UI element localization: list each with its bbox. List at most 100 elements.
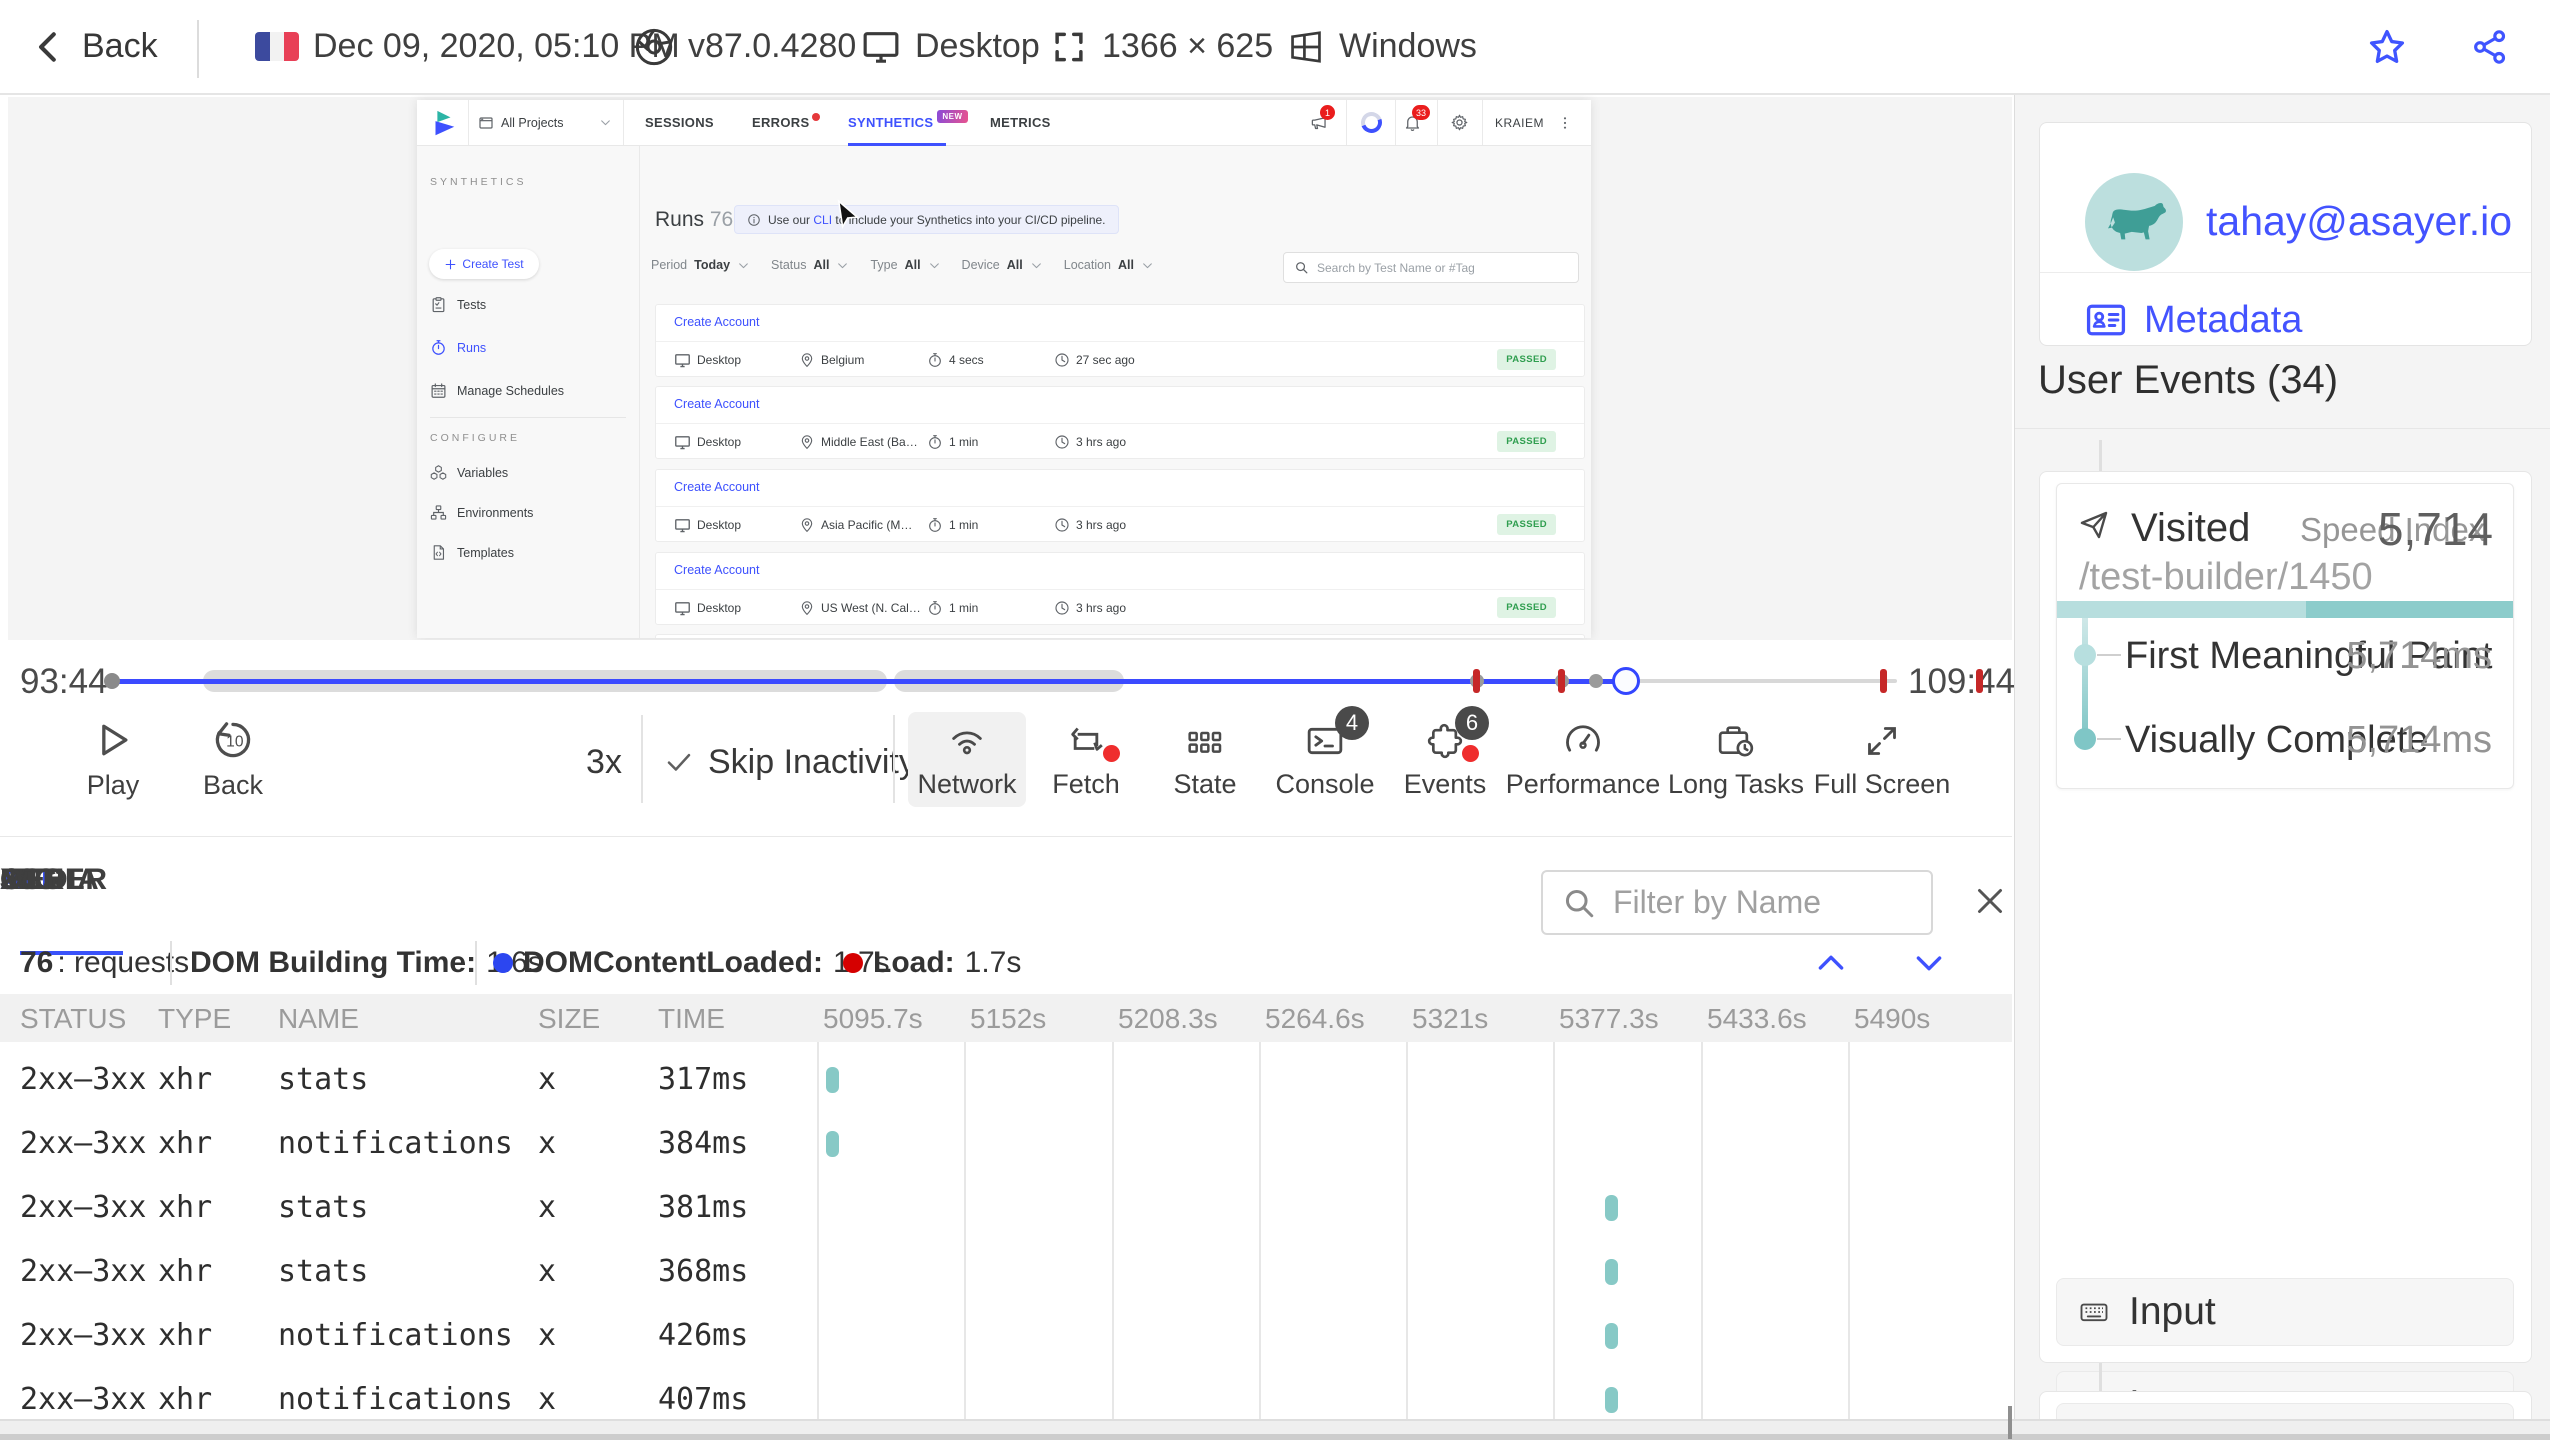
- table-row[interactable]: 2xx–3xx xhr notifications x 384ms: [0, 1112, 2012, 1176]
- run-test-name-link[interactable]: Create Account: [674, 397, 759, 411]
- issue-marker: [1473, 669, 1481, 693]
- close-panel-button[interactable]: [1972, 883, 2008, 919]
- tab-other[interactable]: OTHER: [0, 863, 108, 897]
- run-test-name-link[interactable]: Create Account: [674, 480, 759, 494]
- issue-marker: [1880, 669, 1888, 693]
- visited-event-card[interactable]: Visited Speed Index 5,714 /test-builder/…: [2056, 483, 2514, 789]
- plus-icon: [446, 259, 456, 269]
- favorite-button[interactable]: [2366, 26, 2408, 68]
- vertical-scrollbar-thumb[interactable]: [2008, 1406, 2012, 1439]
- filter-input[interactable]: Filter by Name: [1541, 870, 1933, 935]
- timeline-track[interactable]: [104, 640, 1897, 710]
- announcements-button[interactable]: 1: [1310, 100, 1335, 145]
- filter-type[interactable]: Type All: [870, 258, 940, 272]
- filter-period[interactable]: Period Today: [651, 258, 750, 272]
- run-test-name-link[interactable]: Create Account: [674, 563, 759, 577]
- replay-search-input[interactable]: Search by Test Name or #Tag: [1283, 252, 1579, 283]
- status-badge: PASSED: [1497, 349, 1556, 370]
- os-info: Windows: [1287, 0, 1477, 93]
- filter-location[interactable]: Location All: [1064, 258, 1154, 272]
- asayer-logo[interactable]: [428, 100, 458, 145]
- tests-icon: [432, 297, 445, 313]
- table-row[interactable]: 2xx–3xx xhr notifications x 407ms: [0, 1368, 2012, 1420]
- create-test-button[interactable]: Create Test: [429, 249, 539, 279]
- metadata-button[interactable]: Metadata: [2084, 298, 2302, 342]
- tab-metrics[interactable]: METRICS: [990, 100, 1051, 145]
- table-row[interactable]: 2xx–3xx xhr stats x 381ms: [0, 1176, 2012, 1240]
- run-group-card: Create Account Desktop Asia Pacific (M… …: [655, 469, 1585, 542]
- user-event-item[interactable]: Input: [2056, 1278, 2514, 1346]
- desktop-icon: [675, 353, 690, 367]
- panel-toggle-full-screen[interactable]: Full Screen: [1814, 712, 1950, 807]
- settings-button[interactable]: [1450, 100, 1469, 145]
- jump-next-button[interactable]: [1912, 945, 1946, 980]
- play-button[interactable]: Play: [58, 712, 168, 807]
- filters-row: Period Today Status All Type All Device …: [651, 258, 1154, 272]
- star-icon: [2369, 29, 2405, 63]
- kebab-menu[interactable]: [1557, 100, 1573, 145]
- resource-tabs: ALL XHR JS CSS IMG MEDIA OTHER Filter by Name: [0, 863, 2012, 955]
- filter-status[interactable]: Status All: [771, 258, 849, 272]
- run-test-name-link[interactable]: Create Account: [674, 315, 759, 329]
- asayer-logo: [435, 110, 455, 135]
- cli-link[interactable]: CLI: [813, 213, 832, 227]
- horizontal-scrollbar[interactable]: [0, 1419, 2550, 1440]
- keyboard-icon: [2080, 1303, 2108, 1322]
- run-row[interactable]: Desktop Asia Pacific (M… 1 min 3 hrs ago…: [656, 507, 1584, 543]
- panel-toggle-performance[interactable]: Performance: [1506, 712, 1660, 807]
- network-summary: 76: requests DOM Building Time: 1.6s DOMC…: [0, 931, 2012, 994]
- sidebar-item-variables[interactable]: Variables: [430, 464, 508, 481]
- chevron-left-icon: [39, 31, 56, 62]
- panel-toggle-console[interactable]: 4 Console: [1266, 705, 1384, 807]
- panel-toggle-fetch[interactable]: Fetch: [1027, 712, 1145, 807]
- run-row[interactable]: Desktop Middle East (Ba… 1 min 3 hrs ago…: [656, 424, 1584, 460]
- timeline-start-dot: [104, 673, 120, 689]
- user-card: tahay@asayer.io Metadata: [2039, 122, 2532, 346]
- notifications-button[interactable]: 33: [1403, 100, 1430, 145]
- sidebar-item-templates[interactable]: Templates: [430, 544, 514, 561]
- replay-stage: All Projects SESSIONS ERRORS SYNTHETICS N…: [8, 97, 2012, 640]
- run-row[interactable]: Desktop Belgium 4 secs 27 sec ago PASSED: [656, 342, 1584, 378]
- user-menu[interactable]: KRAIEM: [1495, 100, 1544, 145]
- user-email[interactable]: tahay@asayer.io: [2206, 198, 2512, 245]
- sidebar-item-tests[interactable]: Tests: [430, 296, 486, 313]
- playhead-handle[interactable]: [1611, 667, 1640, 695]
- project-selector-chevron[interactable]: [599, 100, 612, 145]
- back-button[interactable]: Back: [30, 0, 158, 93]
- chevron-down-icon: [1916, 956, 1942, 971]
- chevron-down-icon: [601, 120, 610, 126]
- load-dot: [843, 952, 863, 973]
- panel-toggle-events[interactable]: 6 Events: [1386, 705, 1504, 807]
- play-icon: [102, 724, 128, 756]
- metric-dot: [2074, 644, 2096, 666]
- sidebar-item-environments[interactable]: Environments: [430, 504, 533, 521]
- skip-inactivity-toggle[interactable]: Skip Inactivity: [664, 738, 916, 786]
- user-events-title: User Events (34): [2038, 358, 2339, 402]
- tab-errors[interactable]: ERRORS: [752, 100, 821, 145]
- share-button[interactable]: [2470, 27, 2510, 67]
- sidebar-item-runs[interactable]: Runs: [430, 339, 486, 356]
- table-row[interactable]: 2xx–3xx xhr stats x 317ms: [0, 1048, 2012, 1112]
- back-10s-button[interactable]: 10 Back: [178, 712, 288, 807]
- panel-toggle-network[interactable]: Network: [908, 712, 1026, 807]
- filter-device[interactable]: Device All: [962, 258, 1043, 272]
- sidebar-item-manage-schedules[interactable]: Manage Schedules: [430, 382, 564, 399]
- load-progress-bar: [2057, 601, 2513, 618]
- project-selector[interactable]: All Projects: [478, 100, 564, 145]
- request-timing-bar: [1604, 1195, 1618, 1221]
- device-info: Desktop: [861, 0, 1040, 93]
- speed-button[interactable]: 3x: [566, 738, 642, 786]
- tab-synthetics[interactable]: SYNTHETICS NEW: [848, 100, 968, 145]
- tab-sessions[interactable]: SESSIONS: [645, 100, 714, 145]
- clock-icon: [1055, 601, 1069, 615]
- timeline-connector: [2099, 440, 2102, 471]
- table-row[interactable]: 2xx–3xx xhr stats x 368ms: [0, 1240, 2012, 1304]
- jump-previous-button[interactable]: [1814, 945, 1848, 980]
- variables-icon: [430, 465, 447, 480]
- run-row[interactable]: Desktop US West (N. Cal… 1 min 3 hrs ago…: [656, 590, 1584, 626]
- table-row[interactable]: 2xx–3xx xhr notifications x 426ms: [0, 1304, 2012, 1368]
- panel-toggle-long-tasks[interactable]: Long Tasks: [1668, 712, 1804, 807]
- count-badge: 4: [1335, 705, 1369, 740]
- browser-info: v87.0.4280: [634, 0, 856, 93]
- panel-toggle-state[interactable]: State: [1146, 712, 1264, 807]
